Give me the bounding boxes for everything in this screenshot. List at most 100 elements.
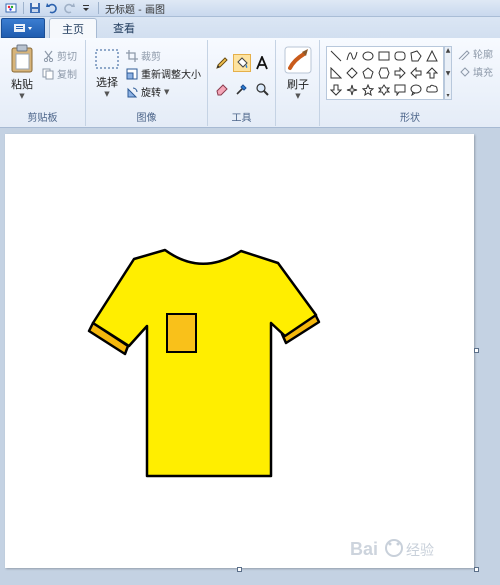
canvas-resize-handle-bottom[interactable] [237, 567, 242, 572]
separator [23, 2, 24, 14]
shape-fill-button[interactable]: 填充 [458, 64, 493, 79]
window-title: 无标题 - 画图 [105, 4, 165, 16]
pentagon-shape[interactable] [361, 66, 375, 80]
scroll-down-icon[interactable]: ▼ [446, 70, 451, 77]
scroll-up-icon[interactable]: ▲ [446, 47, 451, 54]
clipboard-group: 粘贴 ▼ 剪切 复制 剪贴板 [0, 40, 86, 126]
copy-button[interactable]: 复制 [42, 66, 77, 81]
baidu-watermark: Bai 经验 [350, 536, 460, 562]
tools-group-label: 工具 [231, 113, 252, 124]
chevron-down-icon: ▼ [295, 92, 301, 100]
separator [98, 2, 99, 14]
up-arrow-shape[interactable] [425, 66, 439, 80]
polygon-shape[interactable] [409, 49, 423, 63]
resize-label: 重新调整大小 [141, 70, 201, 81]
eyedropper-icon [236, 84, 247, 95]
right-triangle-shape[interactable] [329, 66, 343, 80]
down-arrow-shape[interactable] [329, 83, 343, 97]
tab-view[interactable]: 查看 [101, 18, 147, 38]
shape-gallery-scroll[interactable]: ▲ ▼ ▾ [444, 46, 452, 100]
image-group-label: 图像 [136, 113, 157, 124]
ribbon-tab-row: 主页 查看 [0, 17, 500, 38]
four-point-star-shape[interactable] [345, 83, 359, 97]
cloud-callout-shape[interactable] [425, 83, 439, 97]
shapes-group-label: 形状 [400, 113, 420, 124]
tools-group: 工具 [208, 40, 276, 126]
chevron-down-icon: ▼ [19, 92, 25, 100]
canvas-workspace: Bai 经验 [0, 129, 500, 585]
curve-shape[interactable] [345, 49, 359, 63]
brushes-button[interactable]: 刷子 ▼ [282, 46, 314, 100]
paste-label: 粘贴 [11, 78, 33, 91]
fill-tool[interactable] [233, 54, 251, 72]
redo-icon[interactable] [62, 2, 76, 15]
fill-bucket-icon [237, 57, 248, 68]
hexagon-shape[interactable] [377, 66, 391, 80]
pencil-tool[interactable] [213, 54, 231, 72]
text-a-icon [256, 56, 268, 70]
crop-label: 裁剪 [141, 52, 161, 63]
svg-text:Bai: Bai [350, 539, 378, 559]
color-picker-tool[interactable] [233, 80, 251, 98]
customize-quick-access-icon[interactable] [79, 2, 93, 15]
right-arrow-shape[interactable] [393, 66, 407, 80]
copy-label: 复制 [57, 70, 77, 81]
tab-home[interactable]: 主页 [49, 18, 97, 38]
undo-icon[interactable] [45, 2, 59, 15]
select-rectangle-icon [95, 49, 119, 69]
rect-callout-shape[interactable] [393, 83, 407, 97]
shirt-body [91, 248, 318, 478]
triangle-shape[interactable] [425, 49, 439, 63]
eraser-icon [216, 84, 228, 96]
brush-icon [284, 46, 312, 74]
eraser-tool[interactable] [213, 80, 231, 98]
resize-icon [126, 68, 138, 80]
svg-text:经验: 经验 [406, 543, 434, 559]
rounded-rectangle-shape[interactable] [393, 49, 407, 63]
t-shirt-drawing [87, 248, 321, 478]
shape-fill-label: 填充 [473, 68, 493, 79]
canvas-resize-handle-right[interactable] [474, 348, 479, 353]
canvas-resize-handle-corner[interactable] [474, 567, 479, 572]
crop-button[interactable]: 裁剪 [126, 48, 161, 63]
shape-gallery [326, 46, 444, 100]
pencil-icon [216, 57, 228, 69]
paste-button[interactable]: 粘贴 ▼ [6, 44, 38, 100]
title-bar: 无标题 - 画图 [0, 0, 500, 17]
oval-shape[interactable] [361, 49, 375, 63]
chevron-down-icon: ▼ [104, 90, 110, 98]
diamond-shape[interactable] [345, 66, 359, 80]
save-icon[interactable] [28, 2, 42, 15]
magnifier-tool[interactable] [253, 80, 271, 98]
expand-gallery-icon[interactable]: ▾ [446, 92, 449, 99]
copy-icon [42, 68, 54, 80]
rotate-button[interactable]: 旋转 ▼ [126, 84, 169, 99]
cut-label: 剪切 [57, 52, 77, 63]
six-point-star-shape[interactable] [377, 83, 391, 97]
shirt-pocket [166, 313, 197, 353]
scissors-icon [42, 50, 54, 62]
outline-icon [458, 48, 470, 60]
app-icon[interactable] [4, 2, 18, 15]
resize-button[interactable]: 重新调整大小 [126, 66, 201, 81]
cut-button[interactable]: 剪切 [42, 48, 77, 63]
chevron-down-icon: ▼ [164, 87, 170, 96]
file-menu-button[interactable] [1, 18, 45, 38]
text-tool[interactable] [253, 54, 271, 72]
shape-fill-icon [458, 66, 470, 78]
oval-callout-shape[interactable] [409, 83, 423, 97]
drawing-canvas[interactable]: Bai 经验 [5, 134, 474, 568]
image-group: 选择 ▼ 裁剪 重新调整大小 旋转 ▼ 图像 [86, 40, 208, 126]
rotate-label: 旋转 [141, 88, 161, 99]
clipboard-icon [11, 44, 33, 73]
magnifier-icon [256, 83, 269, 96]
outline-button[interactable]: 轮廓 [458, 46, 493, 61]
brushes-label: 刷子 [287, 78, 309, 91]
outline-label: 轮廓 [473, 50, 493, 61]
line-shape[interactable] [329, 49, 343, 63]
rectangle-shape[interactable] [377, 49, 391, 63]
left-arrow-shape[interactable] [409, 66, 423, 80]
five-point-star-shape[interactable] [361, 83, 375, 97]
select-button[interactable]: 选择 ▼ [92, 48, 122, 98]
ribbon: 粘贴 ▼ 剪切 复制 剪贴板 选择 ▼ 裁剪 重新调整大小 旋转 ▼ 图像 工具… [0, 38, 500, 128]
